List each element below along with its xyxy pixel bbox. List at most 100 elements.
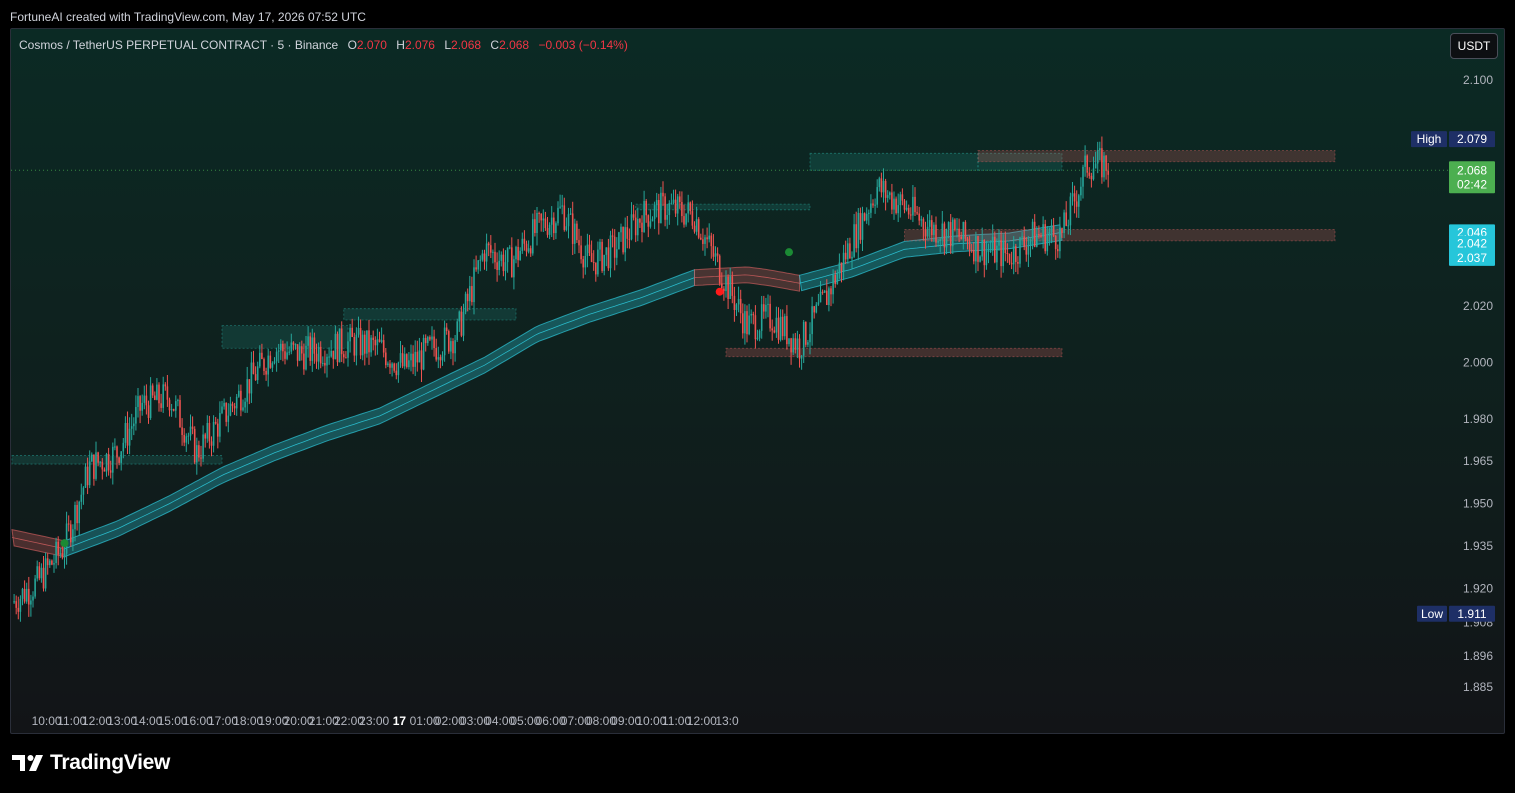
chart-pane[interactable]: 2.1002.0802.0202.0001.9801.9651.9501.935… bbox=[10, 28, 1505, 734]
candle bbox=[515, 246, 517, 260]
candle bbox=[1084, 155, 1086, 167]
y-axis-tick: 1.885 bbox=[1463, 680, 1493, 694]
candle bbox=[147, 405, 150, 418]
candle bbox=[786, 316, 788, 345]
candle bbox=[103, 469, 106, 472]
candle bbox=[582, 259, 584, 268]
candle bbox=[135, 406, 137, 424]
candle bbox=[760, 304, 763, 331]
candle bbox=[225, 402, 227, 422]
candle bbox=[937, 240, 939, 243]
low-label: L bbox=[444, 38, 452, 52]
candle bbox=[95, 452, 97, 479]
candle bbox=[164, 384, 167, 387]
candle bbox=[126, 422, 129, 446]
candle bbox=[970, 249, 973, 251]
low-label: Low bbox=[1421, 607, 1443, 621]
candle bbox=[634, 217, 637, 236]
candle bbox=[210, 441, 213, 446]
candle bbox=[67, 523, 70, 525]
candle bbox=[462, 311, 465, 336]
candle bbox=[712, 246, 715, 257]
candle bbox=[662, 192, 664, 197]
candle bbox=[981, 239, 983, 257]
candle bbox=[448, 331, 450, 352]
candle bbox=[874, 204, 876, 206]
candle bbox=[233, 405, 236, 409]
candle bbox=[632, 214, 635, 218]
candle bbox=[708, 235, 710, 240]
candle bbox=[926, 226, 929, 237]
candle bbox=[78, 501, 80, 524]
candle bbox=[590, 253, 593, 262]
candle bbox=[695, 219, 698, 232]
candle bbox=[303, 353, 305, 370]
candle bbox=[1075, 201, 1078, 207]
candle bbox=[880, 178, 883, 193]
candle bbox=[989, 250, 992, 252]
candle bbox=[498, 260, 500, 271]
candle bbox=[1000, 240, 1002, 267]
candle bbox=[441, 355, 444, 361]
candle bbox=[408, 360, 410, 368]
candle bbox=[487, 243, 490, 246]
candle bbox=[979, 256, 981, 262]
candle bbox=[244, 401, 246, 408]
candle bbox=[771, 328, 773, 331]
candle bbox=[15, 601, 17, 608]
low-value: 2.068 bbox=[451, 38, 482, 52]
candle bbox=[454, 340, 456, 354]
candle bbox=[149, 385, 152, 418]
candle bbox=[1010, 262, 1013, 265]
candle bbox=[918, 213, 920, 221]
candle bbox=[710, 235, 713, 247]
candle bbox=[651, 218, 654, 222]
candle bbox=[744, 311, 746, 334]
tradingview-logo[interactable]: TradingView bbox=[12, 751, 170, 775]
candle bbox=[122, 442, 125, 452]
candle bbox=[532, 219, 534, 254]
candle bbox=[109, 470, 112, 473]
candle bbox=[949, 222, 952, 247]
candle bbox=[832, 274, 834, 295]
candle bbox=[120, 451, 122, 463]
candle bbox=[328, 356, 330, 358]
candle bbox=[1025, 246, 1028, 255]
candle bbox=[387, 363, 389, 366]
candle bbox=[343, 354, 345, 358]
y-axis-tick: 1.950 bbox=[1463, 497, 1493, 511]
candle bbox=[280, 343, 282, 351]
candle bbox=[966, 238, 969, 242]
candle bbox=[458, 311, 461, 322]
candle bbox=[595, 262, 597, 275]
candle bbox=[36, 566, 38, 579]
symbol-name[interactable]: Cosmos / TetherUS PERPETUAL CONTRACT · 5… bbox=[19, 38, 338, 52]
candle bbox=[643, 200, 645, 233]
candle bbox=[317, 346, 320, 362]
candle bbox=[1008, 253, 1011, 263]
candle bbox=[177, 400, 179, 402]
candle bbox=[181, 427, 183, 435]
candle bbox=[74, 504, 76, 530]
candle bbox=[452, 341, 454, 354]
candle bbox=[773, 330, 776, 333]
candle bbox=[414, 351, 416, 367]
candle bbox=[1061, 227, 1063, 233]
candle bbox=[374, 340, 377, 346]
candle bbox=[332, 350, 335, 360]
candle bbox=[1069, 196, 1072, 226]
price-chart[interactable]: 2.1002.0802.0202.0001.9801.9651.9501.935… bbox=[11, 29, 1505, 734]
y-axis-tick: 2.020 bbox=[1463, 299, 1493, 313]
candle bbox=[469, 286, 471, 302]
candle bbox=[93, 454, 95, 479]
candle bbox=[952, 219, 954, 247]
candle bbox=[876, 187, 878, 205]
candle bbox=[857, 212, 860, 249]
candle bbox=[653, 205, 656, 219]
high-label: High bbox=[1417, 132, 1442, 146]
candle bbox=[273, 361, 276, 364]
candle bbox=[1090, 175, 1093, 180]
candle bbox=[1057, 249, 1059, 252]
currency-button[interactable]: USDT bbox=[1450, 33, 1498, 59]
candle bbox=[716, 253, 719, 256]
